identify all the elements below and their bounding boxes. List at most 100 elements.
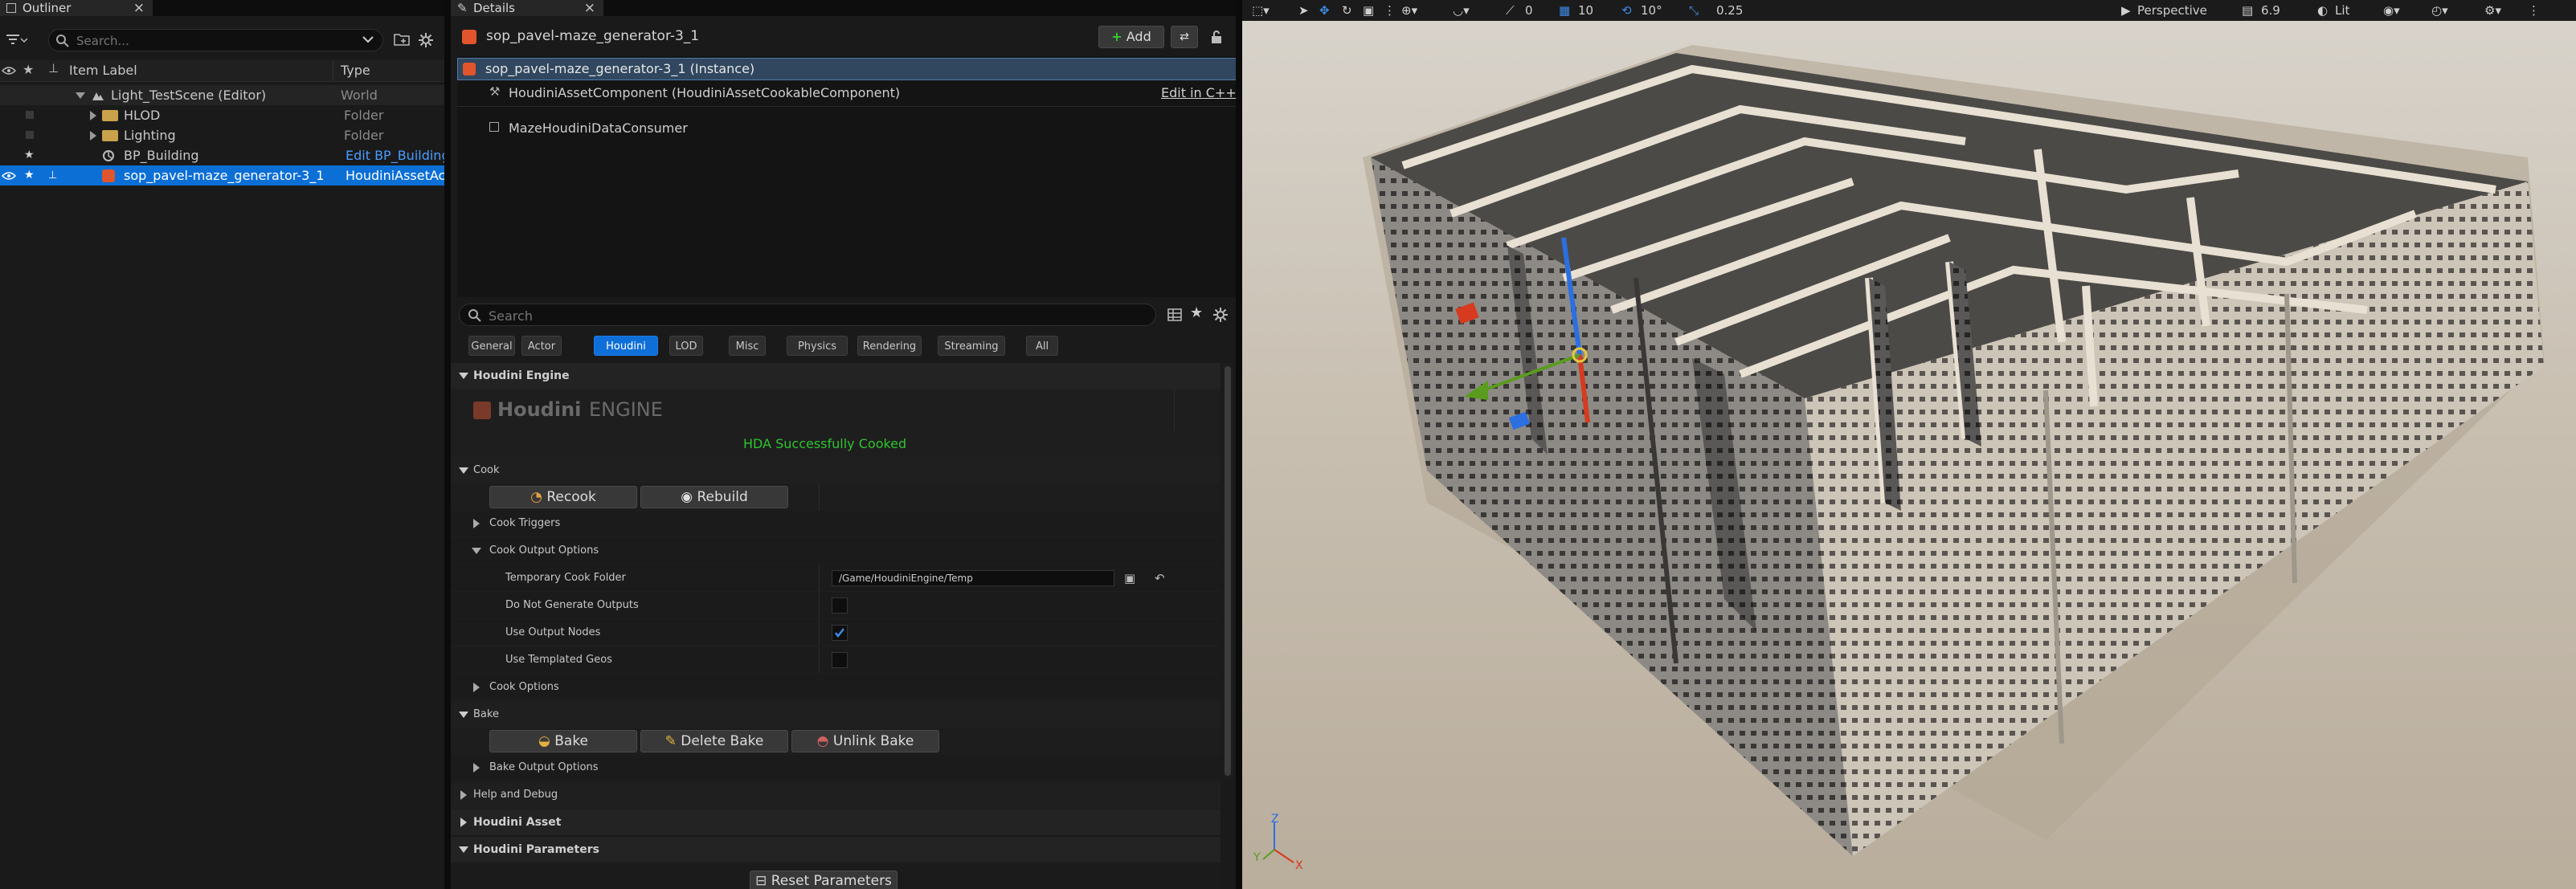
close-icon[interactable]: ×	[584, 0, 595, 16]
scale-snap-icon[interactable]: ⤡	[1689, 0, 1699, 21]
item-label-header[interactable]: Item Label	[69, 63, 137, 78]
camera-icon[interactable]: ▶	[2121, 0, 2131, 21]
outliner-row-houdini-asset[interactable]: ★ ⊥ sop_pavel-maze_generator-3_1 Houdini…	[0, 165, 444, 186]
world-local-icon[interactable]: ⊕▾	[1401, 0, 1417, 21]
filter-streaming[interactable]: Streaming	[938, 336, 1005, 356]
eye-icon[interactable]	[2, 171, 16, 181]
filter-actor[interactable]: Actor	[521, 336, 562, 356]
recook-button[interactable]: ◔ Recook	[489, 486, 637, 508]
help-debug-row[interactable]: Help and Debug	[451, 782, 1221, 809]
view-mode-dropdown[interactable]: Perspective	[2137, 0, 2207, 21]
eye-icon[interactable]	[2, 66, 16, 75]
new-folder-icon[interactable]	[394, 32, 410, 47]
filter-all[interactable]: All	[1026, 336, 1058, 356]
houdini-parameters-section[interactable]: Houdini Parameters	[451, 837, 1221, 862]
lock-icon[interactable]	[1210, 30, 1223, 44]
lit-dropdown[interactable]: Lit	[2335, 0, 2349, 21]
bake-category[interactable]: Bake	[451, 702, 1221, 728]
star-icon[interactable]: ★	[24, 145, 35, 165]
edit-in-cpp-link[interactable]: Edit in C++	[1161, 85, 1237, 100]
houdini-asset-section[interactable]: Houdini Asset	[451, 809, 1221, 835]
bake-button[interactable]: ◒ Bake	[489, 730, 637, 752]
scale-snap-value[interactable]: 0.25	[1716, 0, 1743, 21]
performance-icon[interactable]: ◴▾	[2431, 0, 2448, 21]
angle-snap-value[interactable]: 10°	[1641, 0, 1662, 21]
close-icon[interactable]: ×	[133, 0, 145, 16]
pin-icon[interactable]: ⊥	[48, 61, 59, 75]
blueprint-button[interactable]: ⇄	[1171, 26, 1198, 48]
viewport[interactable]: ⬚▾ ➤ ✥ ↻ ▣ ⋮ ⊕▾ ◡▾ ⟋ 0 ▦ 10 ⟲ 10° ⤡ 0.25…	[1242, 0, 2576, 889]
table-view-icon[interactable]	[1167, 308, 1182, 321]
gear-icon[interactable]	[418, 32, 434, 48]
more-icon[interactable]: ⋮	[1384, 0, 1396, 21]
add-component-button[interactable]: + Add	[1098, 26, 1164, 48]
pin-icon[interactable]: ⊥	[48, 165, 57, 186]
component-row-maze[interactable]: MazeHoudiniDataConsumer	[457, 117, 1237, 141]
outliner-search-box[interactable]	[48, 29, 383, 51]
browse-folder-icon[interactable]: ▣	[1124, 565, 1135, 591]
scale-icon[interactable]: ▣	[1363, 0, 1374, 21]
grid-snap-icon[interactable]: ▦	[1559, 0, 1570, 21]
select-mode-icon[interactable]: ⬚▾	[1252, 0, 1270, 21]
use-templated-checkbox[interactable]	[832, 652, 848, 668]
rotation-snap-icon[interactable]: ⟋	[1506, 0, 1515, 21]
details-tab[interactable]: ✎ Details ×	[451, 0, 603, 16]
show-icon[interactable]: ◉▾	[2383, 0, 2400, 21]
details-scrollbar[interactable]	[1222, 363, 1233, 781]
rotate-icon[interactable]: ↻	[1342, 0, 1352, 21]
filter-houdini[interactable]: Houdini	[594, 336, 658, 356]
star-icon[interactable]: ★	[1190, 304, 1203, 321]
chevron-right-icon[interactable]	[90, 131, 96, 141]
cook-triggers-row[interactable]: Cook Triggers	[451, 511, 1221, 537]
filter-rendering[interactable]: Rendering	[857, 336, 922, 356]
panel-splitter[interactable]	[444, 0, 451, 889]
no-outputs-checkbox[interactable]	[832, 597, 848, 614]
filter-general[interactable]: General	[468, 336, 515, 356]
delete-bake-button[interactable]: ✎ Delete Bake	[640, 730, 788, 752]
houdini-engine-section[interactable]: Houdini Engine	[451, 363, 1221, 389]
actor-name[interactable]: sop_pavel-maze_generator-3_1	[486, 28, 699, 44]
reset-arrow-icon[interactable]: ↶	[1155, 565, 1165, 591]
star-icon[interactable]: ★	[24, 165, 35, 186]
angle-snap-icon[interactable]: ⟲	[1621, 0, 1632, 21]
edit-bp-link[interactable]: Edit BP_Building	[346, 145, 444, 165]
details-search-box[interactable]	[459, 304, 1156, 326]
lit-icon[interactable]: ◐	[2317, 0, 2328, 21]
component-row-houdini[interactable]: ⚒ HoudiniAssetComponent (HoudiniAssetCoo…	[457, 82, 1237, 107]
filter-icon[interactable]	[5, 32, 27, 48]
outliner-row-lighting[interactable]: Lighting Folder	[0, 125, 444, 145]
chevron-right-icon[interactable]	[90, 111, 96, 120]
outliner-tab[interactable]: Outliner ×	[0, 0, 153, 16]
type-header[interactable]: Type	[341, 63, 370, 78]
outliner-row-world[interactable]: Light_TestScene (Editor) World	[0, 85, 444, 105]
cook-category[interactable]: Cook	[451, 458, 1221, 484]
star-icon[interactable]: ★	[22, 62, 34, 77]
surface-snap-icon[interactable]: ◡▾	[1453, 0, 1470, 21]
filter-lod[interactable]: LOD	[669, 336, 703, 356]
cook-options-row[interactable]: Cook Options	[451, 675, 1221, 701]
chevron-down-icon[interactable]	[362, 36, 374, 44]
move-icon[interactable]: ✥	[1319, 0, 1330, 21]
outliner-row-hlod[interactable]: HLOD Folder	[0, 105, 444, 125]
reset-parameters-button[interactable]: ⊟ Reset Parameters	[750, 871, 898, 889]
maze-model[interactable]	[1242, 21, 2576, 889]
cook-output-options-row[interactable]: Cook Output Options	[451, 538, 1221, 565]
scrollbar-thumb[interactable]	[1225, 366, 1231, 776]
chevron-down-icon[interactable]	[76, 92, 85, 99]
gear-icon[interactable]: ⚙▾	[2484, 0, 2501, 21]
details-search-input[interactable]	[487, 307, 1133, 324]
filter-misc[interactable]: Misc	[729, 336, 766, 356]
temp-folder-field[interactable]: /Game/HoudiniEngine/Temp	[832, 570, 1114, 586]
grid-snap-value[interactable]: 10	[1578, 0, 1593, 21]
fov-icon[interactable]: ▤	[2242, 0, 2253, 21]
visibility-icon[interactable]	[26, 131, 34, 139]
cursor-icon[interactable]: ➤	[1298, 0, 1309, 21]
filter-physics[interactable]: Physics	[787, 336, 848, 356]
use-output-nodes-checkbox[interactable]	[832, 625, 848, 641]
visibility-icon[interactable]	[26, 111, 34, 119]
gear-icon[interactable]	[1212, 307, 1229, 323]
bake-output-options-row[interactable]: Bake Output Options	[451, 755, 1221, 781]
more-icon[interactable]: ⋮	[2528, 0, 2540, 21]
outliner-row-bp-building[interactable]: ★ BP_Building Edit BP_Building	[0, 145, 444, 165]
component-row-instance[interactable]: sop_pavel-maze_generator-3_1 (Instance)	[457, 58, 1237, 80]
